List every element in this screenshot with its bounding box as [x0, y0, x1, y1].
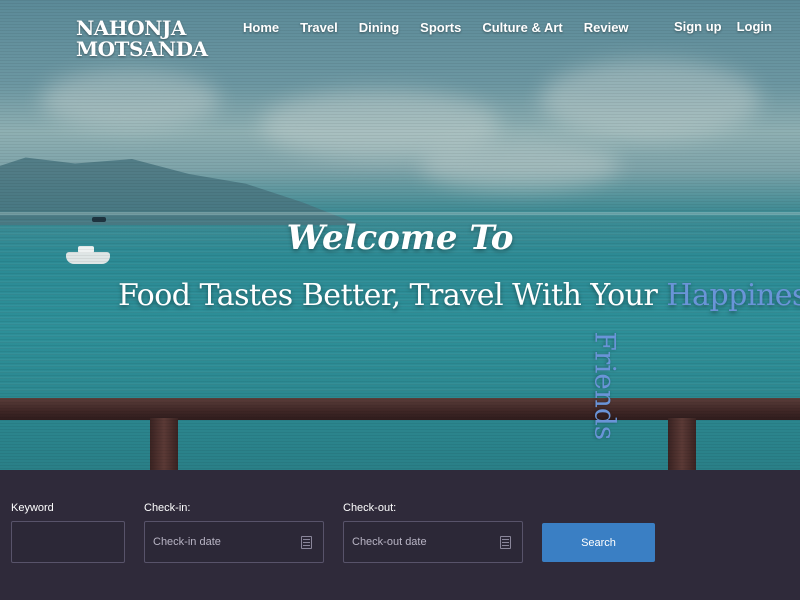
nav-review[interactable]: Review: [584, 20, 629, 35]
cloud: [40, 70, 220, 130]
keyword-label: Keyword: [11, 502, 54, 514]
brand-logo[interactable]: NAHONJA MOTSANDA: [76, 16, 208, 61]
cloud: [540, 60, 760, 140]
nav-culture-art[interactable]: Culture & Art: [482, 20, 562, 35]
nav-home[interactable]: Home: [243, 20, 279, 35]
calendar-icon[interactable]: [301, 536, 312, 549]
main-nav: Home Travel Dining Sports Culture & Art …: [243, 20, 650, 35]
keyword-input[interactable]: [12, 522, 124, 562]
cloud: [420, 140, 620, 190]
checkin-field: Check-in:: [144, 502, 324, 563]
tagline-accent: Happiness: [666, 278, 800, 313]
checkout-box: [343, 521, 523, 563]
brand-line-2: MOTSANDA: [76, 37, 208, 61]
checkin-input[interactable]: [145, 522, 323, 562]
tagline-vertical: Friends: [588, 331, 622, 441]
checkin-label: Check-in:: [144, 502, 191, 514]
checkout-field: Check-out:: [343, 502, 523, 563]
signup-link[interactable]: Sign up: [674, 19, 722, 34]
railing: [0, 398, 800, 420]
railing-post: [150, 418, 178, 470]
hero-tagline: Food Tastes Better, Travel With Your Hap…: [118, 278, 800, 313]
tagline-main: Food Tastes Better, Travel With Your: [118, 278, 658, 313]
railing-post: [668, 418, 696, 470]
keyword-box: [11, 521, 125, 563]
login-link[interactable]: Login: [737, 19, 772, 34]
search-panel: Keyword Check-in: Check-out: Search: [0, 470, 800, 600]
search-button[interactable]: Search: [542, 523, 655, 562]
keyword-field: Keyword: [11, 502, 125, 563]
nav-travel[interactable]: Travel: [300, 20, 338, 35]
checkout-label: Check-out:: [343, 502, 397, 514]
checkout-input[interactable]: [344, 522, 522, 562]
checkin-box: [144, 521, 324, 563]
brand-line-1: NAHONJA: [76, 16, 186, 40]
auth-links: Sign up Login: [659, 19, 772, 34]
welcome-heading: Welcome To: [286, 218, 514, 258]
nav-sports[interactable]: Sports: [420, 20, 461, 35]
nav-dining[interactable]: Dining: [359, 20, 399, 35]
calendar-icon[interactable]: [500, 536, 511, 549]
